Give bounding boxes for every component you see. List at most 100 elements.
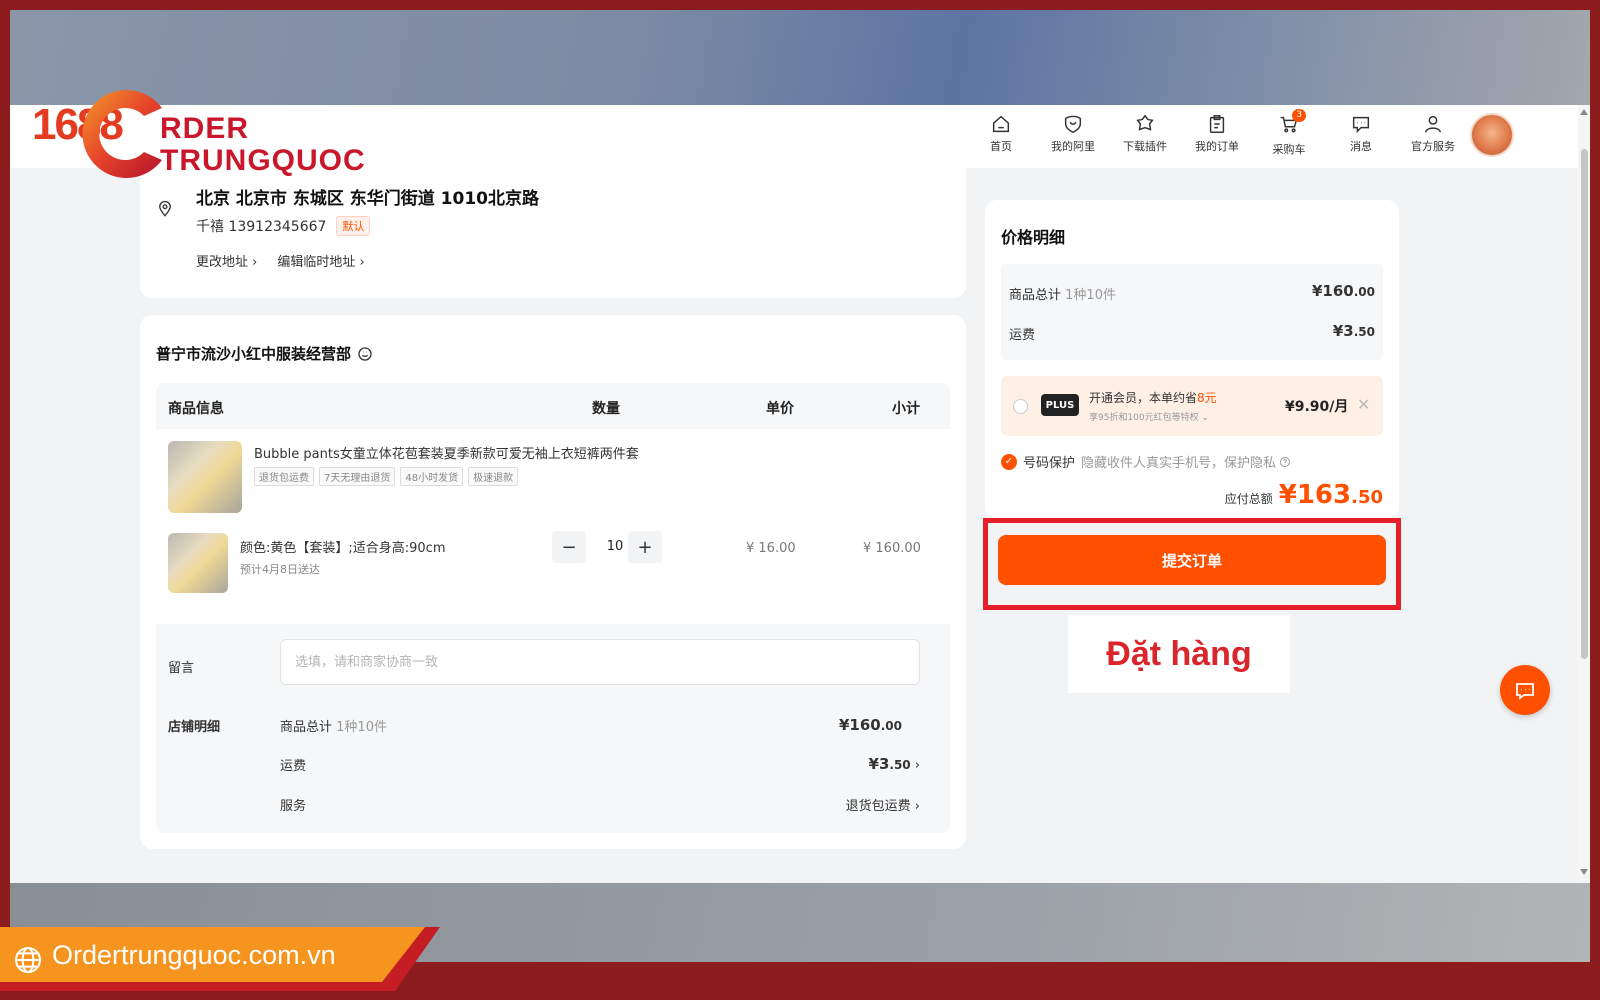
submit-order-button[interactable]: 提交订单 (998, 535, 1386, 585)
service-value: 退货包运费 › (845, 799, 920, 814)
nav-items: 首页 我的阿里 下载插件 我的订单 3 采购车 消息 官方服务 (965, 109, 1469, 157)
plus-offer-text: 开通会员，本单约省8元 (1089, 391, 1217, 405)
nav-label: 首页 (990, 140, 1012, 153)
user-avatar[interactable] (1470, 113, 1514, 157)
nav-my-ali[interactable]: 我的阿里 (1037, 113, 1109, 157)
product-title[interactable]: Bubble pants女童立体花苞套装夏季新款可爱无袖上衣短裤两件套 (254, 443, 854, 462)
chat-fab-button[interactable] (1500, 665, 1550, 715)
shipping-amount: ¥3.50 (1332, 322, 1375, 340)
close-icon[interactable]: ✕ (1357, 395, 1370, 414)
goods-total-label: 商品总计 (280, 720, 333, 735)
shop-name-text: 普宁市流沙小红中服装经营部 (156, 345, 352, 363)
order-table: 商品信息 数量 单价 小计 Bubble pants女童立体花苞套装夏季新款可爱… (156, 383, 950, 833)
scroll-up-icon[interactable] (1580, 109, 1588, 115)
scroll-thumb[interactable] (1581, 149, 1588, 659)
product-row: Bubble pants女童立体花苞套装夏季新款可爱无袖上衣短裤两件套 退货包运… (156, 429, 950, 624)
shipping-amount: ¥3.50 › (868, 755, 920, 773)
nav-label: 我的阿里 (1051, 140, 1095, 153)
nav-label: 下载插件 (1123, 140, 1167, 153)
price-detail-card: 价格明细 商品总计 1种10件 ¥160.00 运费 ¥3.50 PLUS 开通… (985, 200, 1399, 520)
goods-total-label: 商品总计 (1009, 288, 1062, 303)
sku-thumbnail[interactable] (168, 533, 228, 593)
goods-total-amount: ¥160.00 (838, 716, 902, 734)
price-summary-box: 商品总计 1种10件 ¥160.00 运费 ¥3.50 (1001, 264, 1383, 360)
nav-label: 官方服务 (1411, 140, 1455, 153)
qty-value[interactable]: 10 (600, 539, 630, 554)
change-address-link[interactable]: 更改地址 › (196, 251, 257, 270)
clipboard-icon (1209, 115, 1225, 133)
puzzle-icon (1136, 114, 1154, 131)
line-subtotal: ¥ 160.00 (863, 541, 921, 556)
number-protection[interactable]: ✓ 号码保护 隐藏收件人真实手机号，保护隐私 (1001, 452, 1291, 471)
shipping-label: 运费 (1009, 328, 1036, 343)
logo-text-line2: TRUNGQUOC (160, 144, 366, 177)
product-tag: 48小时发货 (400, 467, 464, 486)
browser-page: 首页 我的阿里 下载插件 我的订单 3 采购车 消息 官方服务 北京 北京市 东… (10, 105, 1590, 883)
unit-price: ¥ 16.00 (746, 541, 796, 556)
shop-detail-label: 店铺明细 (168, 720, 221, 735)
product-tag: 极速退款 (468, 467, 519, 486)
brand-logo: 1688 RDER TRUNGQUOC (32, 82, 365, 182)
total-label: 应付总额 (1224, 492, 1273, 506)
nav-label: 采购车 (1272, 143, 1306, 156)
product-tag: 退货包运费 (254, 467, 314, 486)
price-shipping-row: 运费 ¥3.50 (1009, 322, 1375, 343)
nav-official-service[interactable]: 官方服务 (1397, 113, 1469, 157)
logo-ring-icon (82, 90, 162, 178)
nav-home[interactable]: 首页 (965, 113, 1037, 157)
shop-goods-total-row: 商品总计 1种10件 ¥160.00 (280, 716, 920, 735)
nav-messages[interactable]: 消息 (1325, 113, 1397, 157)
edit-temp-address-link[interactable]: 编辑临时地址 › (277, 251, 364, 270)
plus-badge: PLUS (1041, 394, 1079, 416)
shop-order-card: 普宁市流沙小红中服装经营部 商品信息 数量 单价 小计 Bubble pants… (140, 315, 966, 849)
checkmark-icon[interactable]: ✓ (1001, 453, 1017, 470)
smile-chat-icon[interactable] (357, 346, 373, 362)
address-line: 北京 北京市 东城区 东华门街道 1010北京路 (196, 189, 539, 209)
col-qty: 数量 (592, 401, 620, 417)
col-unit-price: 单价 (766, 401, 794, 417)
logo-text-line1: RDER (160, 112, 250, 145)
nav-cart[interactable]: 3 采购车 (1253, 109, 1325, 157)
location-pin-icon (159, 200, 171, 217)
address-card: 北京 北京市 东城区 东华门街道 1010北京路 千禧 13912345667 … (140, 168, 966, 298)
shipping-label: 运费 (280, 759, 307, 774)
qty-increase-button[interactable]: + (628, 531, 662, 563)
address-links: 更改地址 › 编辑临时地址 › (196, 251, 365, 270)
shop-service-row[interactable]: 服务 退货包运费 › (280, 795, 920, 814)
shop-name[interactable]: 普宁市流沙小红中服装经营部 (156, 343, 373, 364)
nav-label: 我的订单 (1195, 140, 1239, 153)
plus-radio[interactable] (1013, 399, 1028, 414)
product-tag: 7天无理由退货 (319, 467, 396, 486)
total-payable: 应付总额 ¥163.50 (1225, 480, 1383, 510)
address-contact: 千禧 13912345667 默认 (196, 216, 371, 236)
message-label: 留言 (168, 661, 195, 676)
service-label: 服务 (280, 799, 307, 814)
sku-spec: 颜色:黄色【套装】;适合身高:90cm (240, 541, 446, 556)
shop-shipping-row[interactable]: 运费 ¥3.50 › (280, 755, 920, 774)
user-icon (1424, 115, 1442, 133)
default-badge: 默认 (336, 216, 371, 236)
callout-label: Đặt hàng (1068, 615, 1290, 693)
qty-decrease-button[interactable]: − (552, 531, 586, 563)
total-amount: ¥163.50 (1278, 480, 1383, 510)
footer-site-url: Ordertrungquoc.com.vn (52, 940, 336, 970)
table-header: 商品信息 数量 单价 小计 (156, 383, 950, 429)
nav-orders[interactable]: 我的订单 (1181, 113, 1253, 157)
message-input[interactable] (280, 639, 920, 685)
cart-count-badge: 3 (1292, 109, 1306, 122)
globe-icon (15, 947, 41, 973)
privacy-label: 号码保护 (1023, 456, 1076, 471)
nav-plugin[interactable]: 下载插件 (1109, 113, 1181, 157)
home-icon (992, 115, 1010, 133)
help-icon[interactable] (1279, 456, 1291, 468)
page-scrollbar[interactable] (1578, 105, 1590, 883)
privacy-desc: 隐藏收件人真实手机号，保护隐私 (1081, 456, 1277, 471)
plus-membership-offer: PLUS 开通会员，本单约省8元 享95折和100元红包等特权 ⌄ ¥9.90/… (1001, 376, 1383, 436)
message-icon (1352, 116, 1370, 134)
scroll-down-icon[interactable] (1580, 869, 1588, 875)
col-subtotal: 小计 (892, 401, 920, 417)
product-thumbnail[interactable] (168, 441, 242, 513)
plus-price: ¥9.90/月 (1285, 399, 1349, 415)
plus-offer-subtext[interactable]: 享95折和100元红包等特权 ⌄ (1089, 410, 1209, 423)
contact-name-phone: 千禧 13912345667 (196, 219, 327, 235)
